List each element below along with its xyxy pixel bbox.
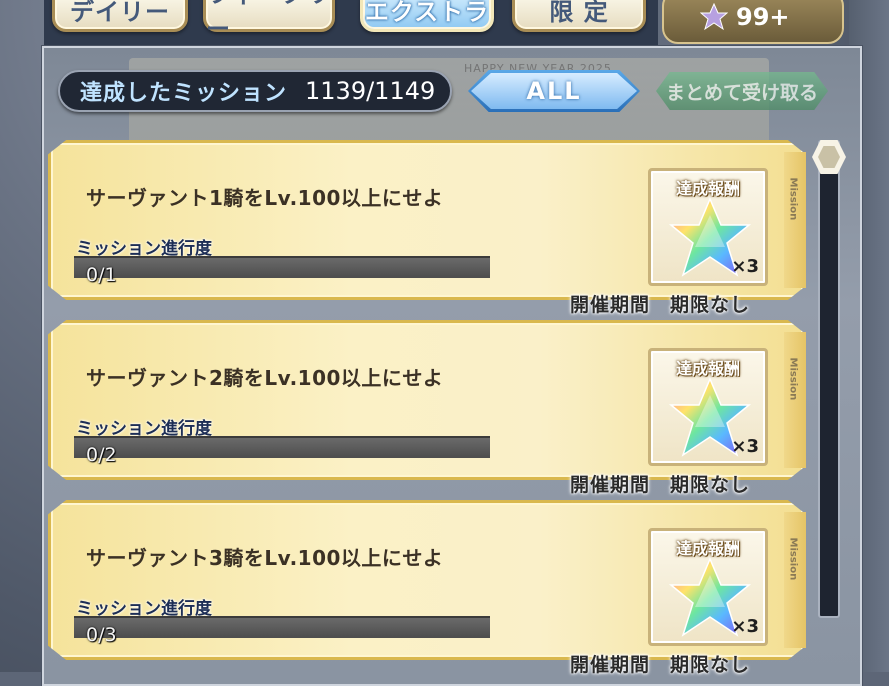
mission-card[interactable]: Mission サーヴァント1騎をLv.100以上にせよ ミッション進行度 0/… <box>48 140 806 316</box>
progress-bar <box>74 436 490 458</box>
mission-card[interactable]: Mission サーヴァント3騎をLv.100以上にせよ ミッション進行度 0/… <box>48 500 806 676</box>
reward-label: 達成報酬 <box>675 359 740 378</box>
reward-quantity: ×3 <box>731 616 759 637</box>
mission-title: サーヴァント3騎をLv.100以上にせよ <box>86 546 444 570</box>
tab-weekly[interactable]: ウィークリー <box>203 0 335 43</box>
mission-period: 開催期間 期限なし <box>570 654 751 676</box>
progress-text: 0/2 <box>86 444 117 466</box>
reward-box[interactable]: 達成報酬 ×3 <box>648 168 768 286</box>
reward-quantity: ×3 <box>731 436 759 457</box>
mission-title: サーヴァント1騎をLv.100以上にせよ <box>86 186 444 210</box>
reward-box[interactable]: 達成報酬 ×3 <box>648 348 768 466</box>
filter-all-label: ALL <box>526 77 582 105</box>
saint-quartz-icon <box>700 3 728 31</box>
tab-extra[interactable]: エクストラ <box>360 0 494 32</box>
claim-all-label: まとめて受け取る <box>665 81 818 104</box>
mission-tag: Mission <box>787 357 799 401</box>
mission-tag: Mission <box>787 177 799 221</box>
reward-label: 達成報酬 <box>675 539 740 558</box>
progress-bar <box>74 256 490 278</box>
progress-bar <box>74 616 490 638</box>
achieved-counter: 達成したミッション 1139/1149 <box>58 70 452 112</box>
filter-all-button[interactable]: ALL <box>468 70 640 112</box>
progress-text: 0/3 <box>86 624 117 646</box>
reward-box[interactable]: 達成報酬 ×3 <box>648 528 768 646</box>
mission-card[interactable]: Mission サーヴァント2騎をLv.100以上にせよ ミッション進行度 0/… <box>48 320 806 496</box>
achieved-label: 達成したミッション <box>80 81 288 106</box>
mission-title: サーヴァント2騎をLv.100以上にせよ <box>86 366 444 390</box>
mission-period: 開催期間 期限なし <box>570 294 751 316</box>
reward-label: 達成報酬 <box>675 179 740 198</box>
currency-value: 99+ <box>736 3 790 31</box>
reward-quantity: ×3 <box>731 256 759 277</box>
currency-counter: 99+ <box>662 0 844 44</box>
scrollbar-track[interactable] <box>818 140 840 618</box>
claim-all-button[interactable]: まとめて受け取る <box>656 72 828 110</box>
progress-text: 0/1 <box>86 264 117 286</box>
tab-daily[interactable]: デイリー <box>52 0 188 32</box>
tab-limited[interactable]: 限 定 <box>512 0 646 32</box>
mission-period: 開催期間 期限なし <box>570 474 751 496</box>
achieved-count: 1139/1149 <box>305 77 436 105</box>
mission-tag: Mission <box>787 537 799 581</box>
